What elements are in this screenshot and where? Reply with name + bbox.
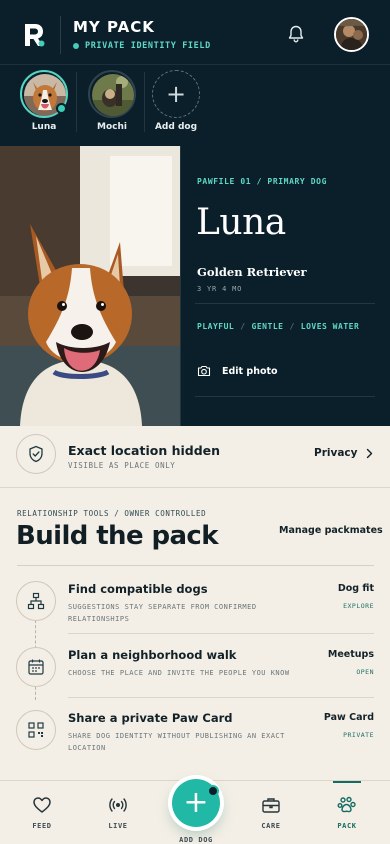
row-title: Plan a neighborhood walk — [68, 648, 237, 662]
header-divider — [60, 16, 61, 54]
trait-tag: PLAYFUL — [197, 322, 235, 331]
row-status: PRIVATE — [343, 731, 374, 739]
nav-label: LIVE — [108, 822, 128, 830]
row-status: OPEN — [356, 668, 374, 676]
add-dog-tab[interactable]: + Add dog — [146, 70, 206, 132]
nav-care[interactable]: CARE — [241, 781, 301, 844]
dog-name-heading: Luna — [196, 202, 286, 243]
row-tag: Meetups — [327, 649, 374, 660]
briefcase-icon — [262, 798, 280, 813]
add-dog-label: Add dog — [154, 122, 198, 132]
shield-check-icon — [29, 445, 43, 463]
share-paw-card-row[interactable]: Share a private Paw Card SHARE DOG IDENT… — [0, 696, 390, 760]
qr-code-icon-badge — [16, 710, 56, 750]
row-description: CHOOSE THE PLACE AND INVITE THE PEOPLE Y… — [68, 669, 290, 677]
profile-eyebrow: PAWFILE 01 / PRIMARY DOG — [197, 177, 327, 186]
dog-tab-label: Mochi — [97, 122, 127, 132]
shield-icon-badge — [16, 434, 56, 474]
add-dog-ring: + — [152, 70, 200, 118]
dog-age: 3 YR 4 MO — [197, 285, 243, 293]
row-tag: Dog fit — [337, 583, 374, 594]
section-title: Build the pack — [16, 521, 219, 551]
plan-walk-row[interactable]: Plan a neighborhood walk CHOOSE THE PLAC… — [0, 633, 390, 697]
privacy-status: PRIVATE IDENTITY FIELD — [73, 41, 211, 51]
privacy-subtitle: VISIBLE AS PLACE ONLY — [68, 461, 176, 470]
status-dot — [73, 43, 79, 49]
dog-tab-divider — [144, 72, 145, 132]
hero-divider — [180, 146, 181, 426]
calendar-icon-badge — [16, 647, 56, 687]
page-title: MY PACK — [73, 18, 155, 36]
nav-label: FEED — [32, 822, 52, 830]
trait-separator: / — [289, 322, 295, 331]
nav-live[interactable]: LIVE — [88, 781, 148, 844]
dog-avatar-ring — [20, 70, 68, 118]
privacy-title: Exact location hidden — [68, 443, 221, 458]
plus-icon: + — [183, 785, 209, 820]
plus-icon: + — [165, 80, 187, 108]
user-avatar[interactable] — [334, 17, 369, 52]
nav-label: PACK — [337, 822, 357, 830]
location-privacy-row[interactable]: Exact location hidden VISIBLE AS PLACE O… — [0, 426, 390, 488]
section-rule — [17, 565, 374, 566]
row-description: SHARE DOG IDENTITY WITHOUT PUBLISHING AN… — [68, 732, 285, 752]
calendar-icon — [28, 659, 44, 675]
nav-feed[interactable]: FEED — [12, 781, 72, 844]
dog-tab-mochi[interactable]: Mochi — [82, 70, 142, 132]
trait-tag: GENTLE — [251, 322, 284, 331]
header-rule — [0, 64, 390, 65]
app-header: MY PACK PRIVATE IDENTITY FIELD Luna Moch… — [0, 0, 390, 146]
user-avatar-photo — [336, 19, 367, 50]
row-description: SUGGESTIONS STAY SEPARATE FROM CONFIRMED… — [68, 603, 257, 623]
notifications-bell-icon[interactable] — [286, 24, 306, 44]
dog-tab-label: Luna — [31, 122, 57, 132]
trait-list: PLAYFUL / GENTLE / LOVES WATER — [197, 322, 377, 331]
app-logo-icon[interactable] — [22, 22, 46, 48]
heart-icon — [33, 797, 51, 813]
add-dog-fab-label: ADD DOG — [179, 836, 213, 844]
row-tag: Paw Card — [323, 712, 374, 723]
dog-tab-luna[interactable]: Luna — [14, 70, 74, 132]
network-icon-badge — [16, 581, 56, 621]
dog-tab-divider — [76, 72, 77, 132]
active-tab-indicator — [333, 781, 361, 783]
camera-icon — [197, 365, 211, 377]
chevron-right-icon — [367, 448, 373, 458]
privacy-status-label: PRIVATE IDENTITY FIELD — [85, 41, 211, 51]
traits-rule — [195, 303, 375, 304]
manage-packmates-link[interactable]: Manage packmates — [279, 525, 383, 536]
privacy-link-label: Privacy — [314, 447, 358, 459]
edit-photo-rule — [195, 396, 375, 397]
privacy-settings-link[interactable]: Privacy — [314, 447, 373, 459]
edit-photo-button[interactable]: Edit photo — [197, 364, 278, 378]
fab-notification-dot — [207, 785, 219, 797]
dog-avatar-mochi — [92, 74, 134, 116]
qr-code-icon — [28, 722, 44, 738]
trait-separator: / — [240, 322, 246, 331]
row-title: Find compatible dogs — [68, 582, 208, 596]
dog-photo[interactable] — [0, 146, 180, 426]
dog-profile-hero: PAWFILE 01 / PRIMARY DOG Luna Golden Ret… — [0, 146, 390, 426]
dog-breed: Golden Retriever — [197, 265, 307, 279]
nav-label: CARE — [261, 822, 281, 830]
trait-tag: LOVES WATER — [300, 322, 360, 331]
broadcast-icon — [109, 798, 127, 812]
network-icon — [27, 592, 45, 610]
find-compatible-dogs-row[interactable]: Find compatible dogs SUGGESTIONS STAY SE… — [0, 567, 390, 631]
dog-avatar-ring — [88, 70, 136, 118]
edit-photo-label: Edit photo — [222, 365, 278, 377]
paw-print-icon — [337, 796, 356, 813]
nav-pack[interactable]: PACK — [317, 781, 377, 844]
section-eyebrow: RELATIONSHIP TOOLS / OWNER CONTROLLED — [17, 509, 207, 518]
row-title: Share a private Paw Card — [68, 711, 233, 725]
online-indicator — [56, 103, 67, 114]
row-status: EXPLORE — [343, 602, 374, 610]
